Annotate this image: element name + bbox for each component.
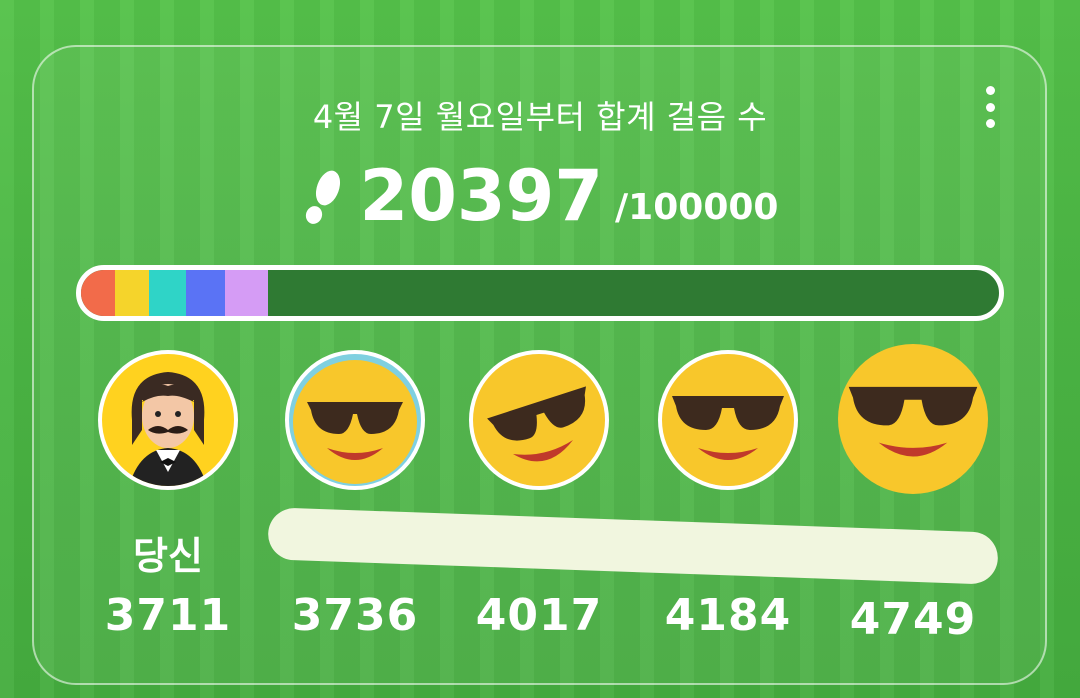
mustache-man-avatar-icon [129,372,207,486]
progress-segment-5 [224,270,269,316]
member-1[interactable]: 당신 3711 [78,350,258,641]
member-steps: 4017 [475,590,603,641]
member-name: 당신 [133,534,203,578]
member-3[interactable]: 4017 [449,350,629,641]
avatar [838,344,988,494]
member-steps: 4184 [664,590,792,641]
footprints-icon [305,170,340,224]
progress-segment-1 [81,270,116,316]
member-steps: 3736 [291,590,419,641]
steps-goal-value: /100000 [615,187,779,228]
progress-segment-2 [115,270,150,316]
total-steps-value: 20397 [359,155,604,237]
period-subtitle: 4월 7일 월요일부터 합계 걸음 수 [312,98,768,136]
member-steps: 3711 [104,590,232,641]
sunglasses-emoji-icon [475,358,603,486]
avatar [469,350,609,490]
sunglasses-emoji-icon [840,346,986,492]
progress-segment-3 [149,270,187,316]
sunglasses-emoji-icon [664,358,792,486]
member-4[interactable]: 4184 [638,350,818,641]
member-2[interactable]: 3736 [265,350,445,641]
progress-segment-4 [186,270,225,316]
avatar [285,350,425,490]
sunglasses-emoji-icon [293,360,417,484]
member-steps: 4749 [849,594,977,645]
member-5[interactable]: 4749 [823,344,1003,645]
avatar [98,350,238,490]
steps-summary: 20397 /100000 [0,158,1080,234]
avatar [658,350,798,490]
group-progress-bar [76,265,1004,321]
